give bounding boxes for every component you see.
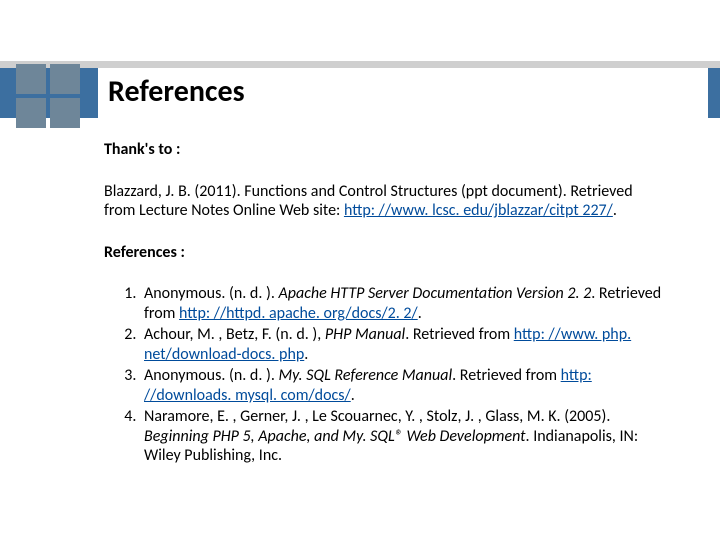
list-item: Naramore, E. , Gerner, J. , Le Scouarnec… xyxy=(140,407,664,466)
logo-square-4 xyxy=(50,98,80,128)
ref-text-pre: Achour, M. , Betz, F. (n. d. ), xyxy=(144,325,325,344)
logo-square-2 xyxy=(50,64,80,94)
thanks-text-post: . xyxy=(613,201,617,220)
list-item: Anonymous. (n. d. ). Apache HTTP Server … xyxy=(140,284,664,323)
ref-text-mid: . Retrieved from xyxy=(452,366,561,385)
ref-text-pre: Naramore, E. , Gerner, J. , Le Scouarnec… xyxy=(144,407,610,426)
ref-title-italic: Apache HTTP Server Documentation Version… xyxy=(278,284,591,303)
ref-text-post: . xyxy=(351,386,355,405)
header-accent-stripe xyxy=(0,61,720,68)
thanks-label: Thank's to : xyxy=(104,140,664,160)
list-item: Achour, M. , Betz, F. (n. d. ), PHP Manu… xyxy=(140,325,664,364)
slide-title: References xyxy=(104,74,253,109)
slide-body: Thank's to : Blazzard, J. B. (2011). Fun… xyxy=(104,140,664,468)
ref-title-italic: My. SQL Reference Manual xyxy=(278,366,452,385)
thanks-entry: Blazzard, J. B. (2011). Functions and Co… xyxy=(104,182,664,221)
ref-text-post: . xyxy=(304,345,308,364)
references-list: Anonymous. (n. d. ). Apache HTTP Server … xyxy=(104,284,664,466)
slide: References Thank's to : Blazzard, J. B. … xyxy=(0,0,720,540)
ref-title-italic: PHP Manual xyxy=(325,325,405,344)
logo-square-3 xyxy=(16,98,46,128)
list-item: Anonymous. (n. d. ). My. SQL Reference M… xyxy=(140,366,664,405)
ref-text-post: . xyxy=(418,304,422,323)
ref-text-pre: Anonymous. (n. d. ). xyxy=(144,366,278,385)
references-label: References : xyxy=(104,243,664,263)
ref-link[interactable]: http: //httpd. apache. org/docs/2. 2/ xyxy=(179,304,418,323)
thanks-link[interactable]: http: //www. lcsc. edu/jblazzar/citpt 22… xyxy=(344,201,613,220)
ref-title-italic: Beginning PHP 5, Apache, and My. SQL® We… xyxy=(144,427,526,446)
logo-square-1 xyxy=(16,64,46,94)
ref-text-pre: Anonymous. (n. d. ). xyxy=(144,284,278,303)
ref-text-mid: . Retrieved from xyxy=(405,325,514,344)
